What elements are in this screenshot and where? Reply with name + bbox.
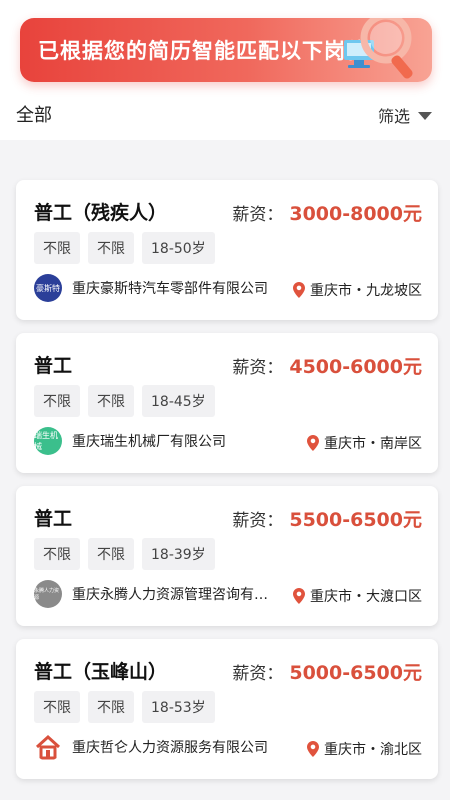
company-logo: 永腾人力资源 bbox=[34, 580, 62, 608]
tag-list: 不限 不限 18-45岁 bbox=[34, 385, 215, 417]
filter-bar: 全部 筛选 bbox=[0, 95, 450, 135]
tag: 18-45岁 bbox=[142, 385, 215, 417]
tag: 不限 bbox=[34, 385, 80, 417]
tag: 18-53岁 bbox=[142, 691, 215, 723]
salary-value: 5500-6500元 bbox=[289, 509, 422, 531]
location: 重庆市・渝北区 bbox=[307, 739, 422, 759]
caret-down-icon bbox=[418, 112, 432, 120]
tag: 不限 bbox=[88, 385, 134, 417]
tag: 不限 bbox=[34, 232, 80, 264]
location-text: 重庆市・南岸区 bbox=[324, 436, 422, 452]
location-text: 重庆市・九龙坡区 bbox=[310, 283, 422, 299]
tag-list: 不限 不限 18-53岁 bbox=[34, 691, 215, 723]
job-card[interactable]: 普工（残疾人） 薪资： 3000-8000元 不限 不限 18-50岁 豪斯特 … bbox=[16, 180, 438, 320]
location-pin-icon bbox=[293, 282, 305, 298]
logo-text: 豪斯特 bbox=[36, 283, 60, 293]
header-area: 已根据您的简历智能匹配以下岗位 全部 筛选 bbox=[0, 0, 450, 140]
company: 永腾人力资源 重庆永腾人力资源管理咨询有… bbox=[34, 580, 279, 608]
company-name: 重庆哲仑人力资源服务有限公司 bbox=[72, 740, 268, 756]
all-tab[interactable]: 全部 bbox=[16, 101, 52, 127]
tag: 不限 bbox=[34, 691, 80, 723]
salary-value: 5000-6500元 bbox=[289, 662, 422, 684]
logo-text: 瑞生机械 bbox=[34, 431, 58, 451]
tag-list: 不限 不限 18-50岁 bbox=[34, 232, 215, 264]
job-card[interactable]: 普工 薪资： 5500-6500元 不限 不限 18-39岁 永腾人力资源 重庆… bbox=[16, 486, 438, 626]
company-name: 重庆豪斯特汽车零部件有限公司 bbox=[72, 281, 268, 297]
salary-label: 薪资： bbox=[232, 511, 284, 531]
tag: 不限 bbox=[88, 691, 134, 723]
company-logo: 豪斯特 bbox=[34, 274, 62, 302]
job-title: 普工（残疾人） bbox=[34, 202, 168, 224]
salary: 薪资： 5500-6500元 bbox=[232, 505, 422, 532]
tag-list: 不限 不限 18-39岁 bbox=[34, 538, 215, 570]
match-banner: 已根据您的简历智能匹配以下岗位 bbox=[20, 18, 432, 82]
tag: 不限 bbox=[88, 538, 134, 570]
logo-text: 永腾人力资源 bbox=[34, 588, 60, 601]
banner-text: 已根据您的简历智能匹配以下岗位 bbox=[38, 39, 368, 63]
tag: 18-50岁 bbox=[142, 232, 215, 264]
job-title: 普工 bbox=[34, 355, 73, 377]
job-card[interactable]: 普工（玉峰山） 薪资： 5000-6500元 不限 不限 18-53岁 重庆哲仑… bbox=[16, 639, 438, 779]
magnifier-computer-icon bbox=[344, 18, 413, 79]
location-text: 重庆市・渝北区 bbox=[324, 742, 422, 758]
company-house-logo-icon bbox=[34, 733, 62, 761]
tag: 不限 bbox=[88, 232, 134, 264]
location-text: 重庆市・大渡口区 bbox=[310, 589, 422, 605]
company: 重庆哲仑人力资源服务有限公司 bbox=[34, 733, 279, 761]
salary-label: 薪资： bbox=[232, 205, 284, 225]
location-pin-icon bbox=[293, 588, 305, 604]
job-card[interactable]: 普工 薪资： 4500-6000元 不限 不限 18-45岁 瑞生机械 重庆瑞生… bbox=[16, 333, 438, 473]
salary-label: 薪资： bbox=[232, 664, 284, 684]
location: 重庆市・南岸区 bbox=[307, 433, 422, 453]
tag: 不限 bbox=[34, 538, 80, 570]
salary-value: 4500-6000元 bbox=[289, 356, 422, 378]
location-pin-icon bbox=[307, 741, 319, 757]
filter-button[interactable]: 筛选 bbox=[378, 103, 432, 127]
salary: 薪资： 3000-8000元 bbox=[232, 199, 422, 226]
job-title: 普工（玉峰山） bbox=[34, 661, 168, 683]
location: 重庆市・大渡口区 bbox=[293, 586, 422, 606]
company-name: 重庆瑞生机械厂有限公司 bbox=[72, 434, 226, 450]
salary: 薪资： 5000-6500元 bbox=[232, 658, 422, 685]
salary: 薪资： 4500-6000元 bbox=[232, 352, 422, 379]
job-title: 普工 bbox=[34, 508, 73, 530]
company: 豪斯特 重庆豪斯特汽车零部件有限公司 bbox=[34, 274, 279, 302]
company-logo: 瑞生机械 bbox=[34, 427, 62, 455]
salary-label: 薪资： bbox=[232, 358, 284, 378]
tag: 18-39岁 bbox=[142, 538, 215, 570]
filter-label: 筛选 bbox=[377, 107, 410, 126]
company: 瑞生机械 重庆瑞生机械厂有限公司 bbox=[34, 427, 279, 455]
salary-value: 3000-8000元 bbox=[289, 203, 422, 225]
location: 重庆市・九龙坡区 bbox=[293, 280, 422, 300]
location-pin-icon bbox=[307, 435, 319, 451]
company-name: 重庆永腾人力资源管理咨询有… bbox=[72, 587, 268, 603]
